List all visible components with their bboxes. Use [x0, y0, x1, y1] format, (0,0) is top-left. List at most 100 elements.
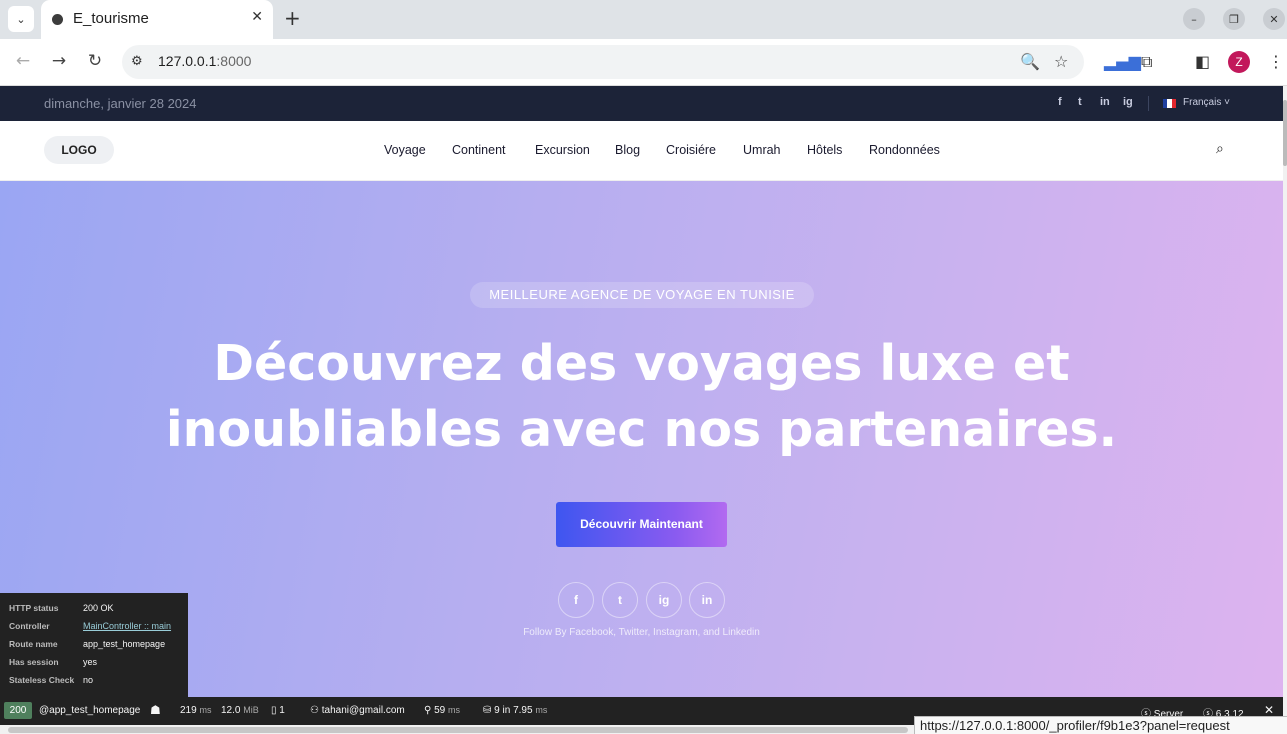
nav-item-croisiere[interactable]: Croisiére [666, 143, 716, 157]
debug-row-session: Has session yes [9, 657, 184, 671]
hero-facebook-icon[interactable]: f [558, 582, 594, 618]
debug-key: Route name [9, 639, 58, 649]
address-bar[interactable]: ⚙ 127.0.0.1:8000 🔍 ☆ [122, 45, 1084, 79]
debug-key: HTTP status [9, 603, 59, 613]
nav-item-umrah[interactable]: Umrah [743, 143, 781, 157]
request-time[interactable]: 219 ms [180, 705, 211, 716]
memory-value: 12.0 [221, 705, 241, 716]
site-topbar: dimanche, janvier 28 2024 f t in ig Fran… [0, 86, 1283, 121]
tab-close-icon[interactable]: ✕ [251, 9, 263, 25]
db-unit: ms [535, 705, 548, 715]
zoom-icon[interactable]: 🔍 [1020, 52, 1040, 71]
debug-key: Has session [9, 657, 59, 667]
memory-usage[interactable]: 12.0 MiB [221, 705, 259, 716]
hero-section: MEILLEURE AGENCE DE VOYAGE EN TUNISIE Dé… [0, 181, 1283, 697]
follow-text: Follow By Facebook, Twitter, Instagram, … [523, 627, 760, 638]
request-time-value: 219 [180, 705, 197, 716]
discover-now-button[interactable]: Découvrir Maintenant [556, 502, 727, 547]
nav-item-voyage[interactable]: Voyage [384, 143, 426, 157]
debug-value: 200 OK [83, 603, 114, 613]
browser-menu-icon[interactable]: ⋮ [1268, 52, 1284, 71]
tab-title: E_tourisme [73, 10, 149, 27]
close-window-button[interactable]: ✕ [1263, 8, 1285, 30]
search-icon[interactable]: ⌕ [1216, 141, 1224, 157]
language-selector[interactable]: Français ˅ [1183, 97, 1230, 108]
controller-link[interactable]: MainController :: main [83, 621, 171, 631]
events-icon: ⚲ [424, 705, 432, 716]
debug-row-controller: Controller MainController :: main [9, 621, 184, 635]
db-count: 9 [494, 705, 500, 716]
events-unit: ms [448, 705, 461, 715]
debug-request-panel: HTTP status 200 OK Controller MainControll… [0, 593, 188, 697]
debug-key: Stateless Check [9, 675, 75, 685]
events-value: 59 [434, 705, 446, 716]
vertical-scrollbar-thumb[interactable] [1283, 100, 1287, 166]
status-badge[interactable]: 200 [4, 702, 32, 719]
nav-item-excursion[interactable]: Excursion [535, 143, 590, 157]
hero-title-line-1: Découvrez des voyages luxe et [213, 335, 1070, 392]
security-user[interactable]: ⚇ tahani@gmail.com [310, 705, 405, 716]
nav-item-hotels[interactable]: Hôtels [807, 143, 842, 157]
hide-toolbar-icon[interactable]: ✕ [1264, 703, 1274, 717]
form-icon: ▯ [271, 705, 277, 716]
hero-twitter-icon[interactable]: t [602, 582, 638, 618]
site-settings-icon[interactable]: ⚙ [131, 54, 143, 69]
debug-row-http-status: HTTP status 200 OK [9, 603, 184, 617]
topbar-divider [1148, 96, 1149, 111]
extension-signal-icon[interactable]: ▂▄▆ [1104, 52, 1141, 71]
instagram-icon[interactable]: ig [1123, 96, 1133, 108]
debug-key: Controller [9, 621, 50, 631]
database-icon: ⛁ [483, 705, 492, 716]
forms-counter[interactable]: ▯ 1 [271, 705, 285, 716]
linkedin-icon[interactable]: in [1100, 96, 1110, 108]
debug-row-route: Route name app_test_homepage [9, 639, 184, 653]
memory-unit: MiB [243, 705, 259, 715]
forward-button[interactable]: → [48, 51, 70, 71]
browser-tab[interactable]: E_tourisme ✕ [41, 0, 273, 39]
profiler-ghost-icon[interactable]: ☗ [150, 703, 161, 717]
route-name[interactable]: @app_test_homepage [39, 705, 140, 716]
url-text: 127.0.0.1:8000 [158, 53, 251, 69]
debug-value: yes [83, 657, 98, 667]
site-logo[interactable]: LOGO [44, 136, 114, 164]
reload-button[interactable]: ↻ [84, 51, 106, 71]
nav-item-blog[interactable]: Blog [615, 143, 640, 157]
horizontal-scrollbar-thumb[interactable] [8, 727, 908, 733]
site-header: LOGO Voyage Continent Excursion Blog Cro… [0, 121, 1283, 181]
hero-instagram-icon[interactable]: ig [646, 582, 682, 618]
nav-item-continent[interactable]: Continent [452, 143, 506, 157]
current-date: dimanche, janvier 28 2024 [44, 96, 197, 111]
url-host: 127.0.0.1 [158, 53, 217, 69]
debug-value: no [83, 675, 94, 685]
forms-count: 1 [279, 705, 285, 716]
link-status-url: https://127.0.0.1:8000/_profiler/f9b1e3?… [914, 716, 1287, 734]
debug-value: app_test_homepage [83, 639, 166, 649]
minimize-button[interactable]: – [1183, 8, 1205, 30]
request-time-unit: ms [199, 705, 212, 715]
db-time: in 7.95 [502, 705, 533, 716]
bookmark-star-icon[interactable]: ☆ [1054, 52, 1068, 71]
browser-tabstrip: ⌄ E_tourisme ✕ + – ❐ ✕ [0, 0, 1287, 39]
back-button[interactable]: ← [12, 51, 34, 71]
restore-button[interactable]: ❐ [1223, 8, 1245, 30]
vertical-scrollbar[interactable] [1283, 86, 1287, 734]
hero-title: Découvrez des voyages luxe et inoubliabl… [120, 331, 1163, 463]
twitter-icon[interactable]: t [1078, 96, 1082, 108]
nav-item-rondonnees[interactable]: Rondonnées [869, 143, 940, 157]
hero-badge: MEILLEURE AGENCE DE VOYAGE EN TUNISIE [470, 282, 814, 308]
extensions-puzzle-icon[interactable]: ⧉ [1141, 52, 1152, 72]
browser-toolbar: ← → ↻ ⚙ 127.0.0.1:8000 🔍 ☆ ▂▄▆ ⧉ ◧ Z ⋮ [0, 39, 1287, 86]
url-port: :8000 [216, 53, 252, 69]
tab-search-button[interactable]: ⌄ [8, 6, 34, 32]
side-panel-icon[interactable]: ◧ [1195, 52, 1210, 71]
user-email: tahani@gmail.com [321, 705, 405, 716]
events-timing[interactable]: ⚲ 59 ms [424, 705, 460, 716]
facebook-icon[interactable]: f [1058, 96, 1062, 108]
france-flag-icon [1163, 99, 1176, 108]
profile-avatar[interactable]: Z [1228, 51, 1250, 73]
hero-title-line-2: inoubliables avec nos partenaires. [165, 401, 1118, 458]
new-tab-button[interactable]: + [284, 7, 301, 29]
database-queries[interactable]: ⛁ 9 in 7.95 ms [483, 705, 547, 716]
hero-linkedin-icon[interactable]: in [689, 582, 725, 618]
user-icon: ⚇ [310, 705, 319, 716]
